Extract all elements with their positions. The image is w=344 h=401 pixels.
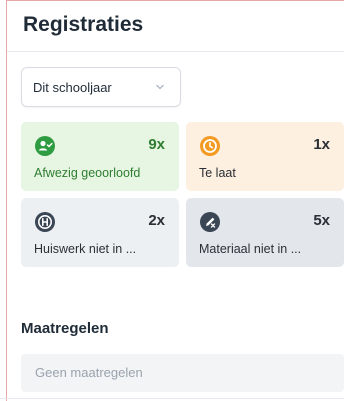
clock-icon xyxy=(200,136,220,156)
frame-left-border xyxy=(6,0,7,401)
registration-count: 1x xyxy=(313,136,330,153)
registration-label: Te laat xyxy=(199,166,236,180)
period-select[interactable]: Dit schooljaar xyxy=(21,67,181,107)
period-select-value: Dit schooljaar xyxy=(33,80,112,95)
page-title: Registraties xyxy=(23,13,144,36)
registration-card-homework[interactable]: 2x Huiswerk niet in ... xyxy=(21,198,179,267)
registration-label: Materiaal niet in ... xyxy=(199,242,302,256)
homework-h-icon xyxy=(35,212,55,232)
measures-empty-state: Geen maatregelen xyxy=(21,354,344,392)
measures-title: Maatregelen xyxy=(21,320,109,337)
person-check-icon xyxy=(35,136,55,156)
chevron-down-icon xyxy=(156,84,164,90)
registration-count: 5x xyxy=(313,212,330,229)
bottom-divider xyxy=(0,398,344,399)
registration-count: 2x xyxy=(148,212,165,229)
material-pencil-icon xyxy=(200,212,220,232)
registration-count: 9x xyxy=(148,136,165,153)
measures-empty-text: Geen maatregelen xyxy=(35,365,143,380)
registration-card-late[interactable]: 1x Te laat xyxy=(186,122,344,191)
registration-label: Huiswerk niet in ... xyxy=(34,242,137,256)
registration-card-absent-excused[interactable]: 9x Afwezig geoorloofd xyxy=(21,122,179,191)
registration-label: Afwezig geoorloofd xyxy=(34,166,141,180)
registration-card-material[interactable]: 5x Materiaal niet in ... xyxy=(186,198,344,267)
page-header: Registraties xyxy=(7,1,344,52)
